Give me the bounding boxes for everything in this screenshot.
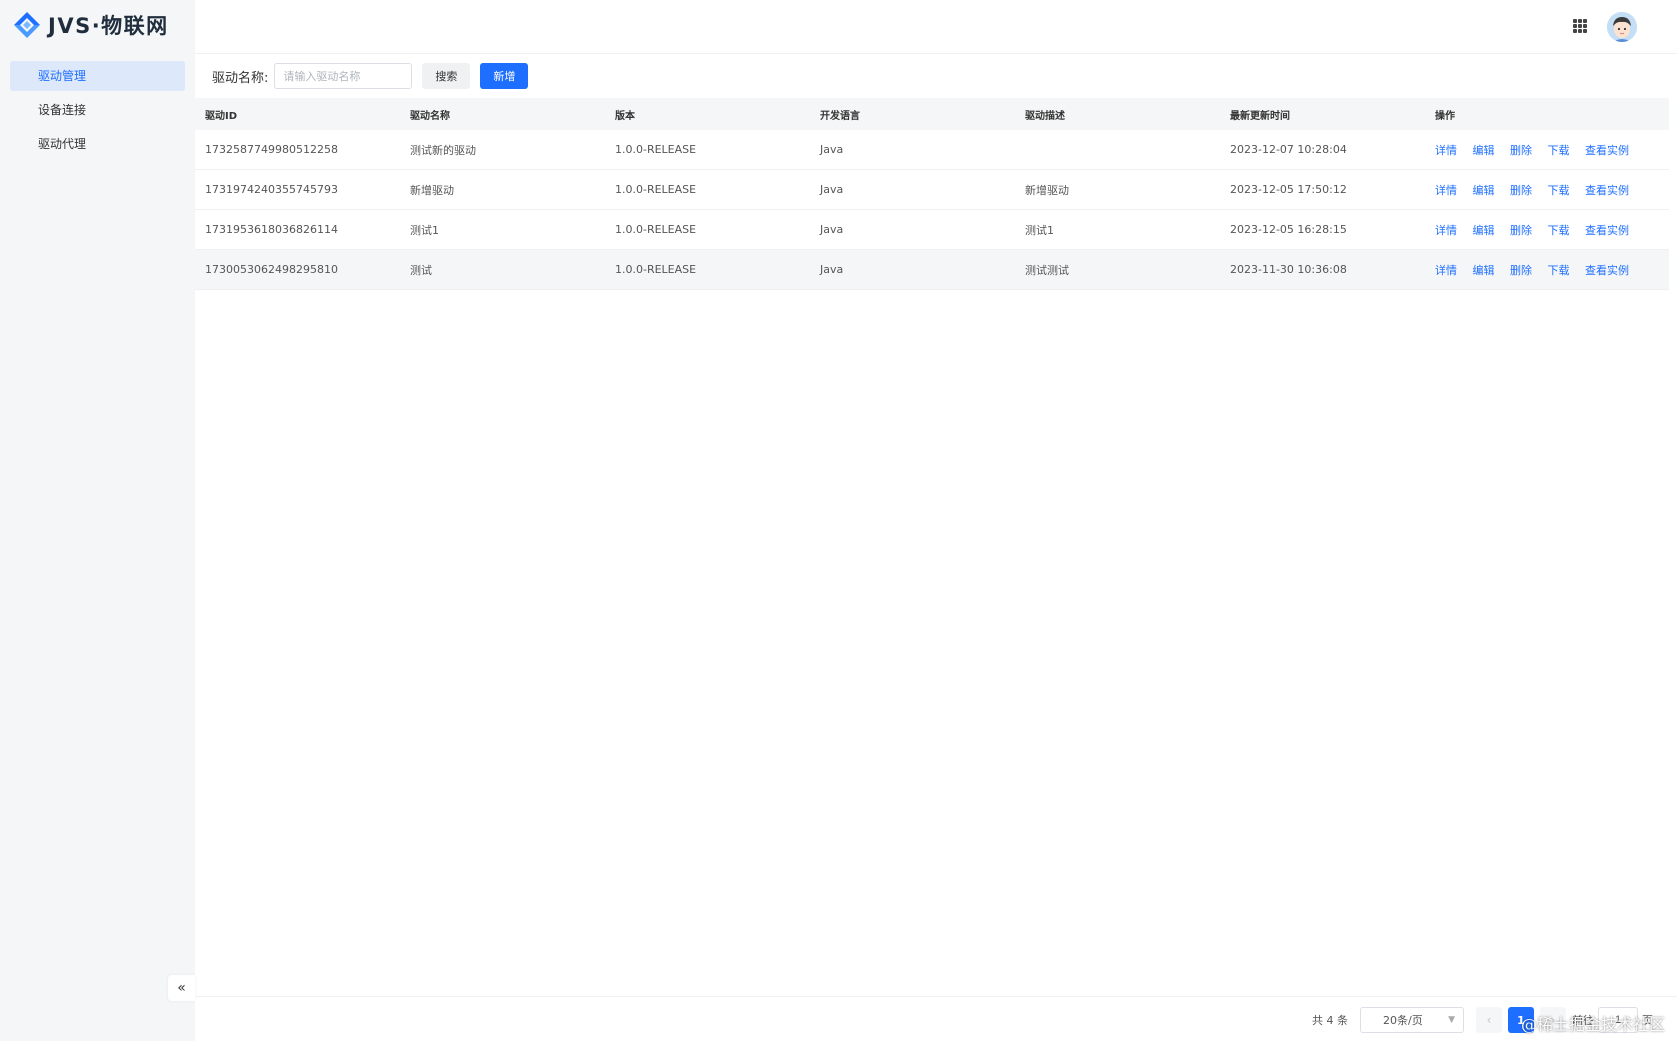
avatar[interactable] (1607, 12, 1637, 42)
download-link[interactable]: 下载 (1548, 144, 1570, 157)
detail-link[interactable]: 详情 (1435, 144, 1457, 157)
cell-driver-id: 1731953618036826114 (205, 223, 338, 236)
chevron-left-icon: ‹ (1486, 1013, 1492, 1027)
detail-link[interactable]: 详情 (1435, 184, 1457, 197)
cell-actions: 详情 编辑 删除 下载 查看实例 (1425, 182, 1669, 198)
edit-link[interactable]: 编辑 (1473, 264, 1495, 277)
view-instances-link[interactable]: 查看实例 (1585, 264, 1629, 277)
sidebar-item-driver-proxy[interactable]: 驱动代理 (10, 129, 185, 159)
driver-name-search-input[interactable] (274, 63, 413, 89)
chevron-down-icon: ▼ (1448, 1015, 1455, 1025)
cell-description: 测试测试 (1025, 263, 1069, 277)
cell-driver-name: 测试新的驱动 (410, 143, 476, 157)
cell-driver-id: 1731974240355745793 (205, 183, 338, 196)
cell-updated-time: 2023-12-05 17:50:12 (1230, 183, 1347, 196)
sidebar-menu: 驱动管理 设备连接 驱动代理 (10, 61, 185, 163)
search-toolbar: 驱动名称: 搜索 新增 (212, 63, 529, 89)
view-instances-link[interactable]: 查看实例 (1585, 184, 1629, 197)
double-chevron-left-icon: « (177, 980, 186, 996)
detail-link[interactable]: 详情 (1435, 264, 1457, 277)
collapse-sidebar-button[interactable]: « (168, 975, 195, 1001)
table-row[interactable]: 1730053062498295810 测试 1.0.0-RELEASE Jav… (195, 250, 1669, 290)
cell-driver-name: 测试1 (410, 223, 439, 237)
edit-link[interactable]: 编辑 (1473, 184, 1495, 197)
cell-version: 1.0.0-RELEASE (615, 183, 697, 196)
cell-updated-time: 2023-12-07 10:28:04 (1230, 143, 1347, 156)
user-avatar-icon (1607, 12, 1637, 42)
download-link[interactable]: 下载 (1548, 264, 1570, 277)
table-row[interactable]: 1731953618036826114 测试1 1.0.0-RELEASE Ja… (195, 210, 1669, 250)
app-logo[interactable]: JVS·物联网 (12, 8, 169, 42)
page-size-select[interactable]: 20条/页 ▼ (1360, 1007, 1464, 1033)
cell-actions: 详情 编辑 删除 下载 查看实例 (1425, 262, 1669, 278)
top-header (195, 0, 1677, 54)
column-header-description[interactable]: 驱动描述 (1015, 107, 1220, 122)
view-instances-link[interactable]: 查看实例 (1585, 144, 1629, 157)
cell-actions: 详情 编辑 删除 下载 查看实例 (1425, 222, 1669, 238)
cell-driver-id: 1732587749980512258 (205, 143, 338, 156)
cell-language: Java (820, 143, 844, 156)
cell-version: 1.0.0-RELEASE (615, 263, 697, 276)
sidebar-item-device-connection[interactable]: 设备连接 (10, 95, 185, 125)
column-header-language[interactable]: 开发语言 (810, 107, 1015, 122)
download-link[interactable]: 下载 (1548, 184, 1570, 197)
cell-language: Java (820, 263, 844, 276)
column-header-driver-name[interactable]: 驱动名称 (400, 107, 605, 122)
search-button[interactable]: 搜索 (422, 63, 471, 89)
detail-link[interactable]: 详情 (1435, 224, 1457, 237)
view-instances-link[interactable]: 查看实例 (1585, 224, 1629, 237)
cell-driver-name: 新增驱动 (410, 183, 454, 197)
delete-link[interactable]: 删除 (1510, 264, 1532, 277)
cell-description: 新增驱动 (1025, 183, 1069, 197)
delete-link[interactable]: 删除 (1510, 224, 1532, 237)
sidebar-item-driver-management[interactable]: 驱动管理 (10, 61, 185, 91)
total-count: 共 4 条 (1312, 1014, 1348, 1027)
edit-link[interactable]: 编辑 (1473, 224, 1495, 237)
cell-version: 1.0.0-RELEASE (615, 143, 697, 156)
driver-table: 驱动ID 驱动名称 版本 开发语言 驱动描述 最新更新时间 操作 1732587… (195, 98, 1669, 290)
table-footer: 共 4 条 20条/页 ▼ ‹ 1 › 前往 页 (195, 996, 1677, 1041)
watermark: @稀土掘金技术社区 (1520, 1015, 1665, 1034)
sidebar: JVS·物联网 驱动管理 设备连接 驱动代理 « (0, 0, 195, 1041)
download-link[interactable]: 下载 (1548, 224, 1570, 237)
cell-updated-time: 2023-12-05 16:28:15 (1230, 223, 1347, 236)
cell-language: Java (820, 223, 844, 236)
cell-driver-name: 测试 (410, 263, 432, 277)
cell-updated-time: 2023-11-30 10:36:08 (1230, 263, 1347, 276)
column-header-driver-id[interactable]: 驱动ID (195, 107, 400, 122)
search-label: 驱动名称: (212, 70, 269, 86)
column-header-updated-time[interactable]: 最新更新时间 (1220, 107, 1425, 122)
logo-text: JVS·物联网 (48, 14, 169, 38)
cell-language: Java (820, 183, 844, 196)
page-size-value: 20条/页 (1383, 1014, 1423, 1027)
edit-link[interactable]: 编辑 (1473, 144, 1495, 157)
add-driver-button[interactable]: 新增 (480, 63, 529, 89)
column-header-version[interactable]: 版本 (605, 107, 810, 122)
table-row[interactable]: 1731974240355745793 新增驱动 1.0.0-RELEASE J… (195, 170, 1669, 210)
cell-driver-id: 1730053062498295810 (205, 263, 338, 276)
cell-actions: 详情 编辑 删除 下载 查看实例 (1425, 142, 1669, 158)
logo-icon (14, 12, 40, 38)
grid-icon[interactable] (1573, 19, 1587, 33)
table-header: 驱动ID 驱动名称 版本 开发语言 驱动描述 最新更新时间 操作 (195, 98, 1669, 130)
prev-page-button[interactable]: ‹ (1476, 1007, 1502, 1033)
delete-link[interactable]: 删除 (1510, 144, 1532, 157)
delete-link[interactable]: 删除 (1510, 184, 1532, 197)
cell-description: 测试1 (1025, 223, 1054, 237)
table-row[interactable]: 1732587749980512258 测试新的驱动 1.0.0-RELEASE… (195, 130, 1669, 170)
column-header-actions: 操作 (1435, 110, 1455, 122)
cell-version: 1.0.0-RELEASE (615, 223, 697, 236)
